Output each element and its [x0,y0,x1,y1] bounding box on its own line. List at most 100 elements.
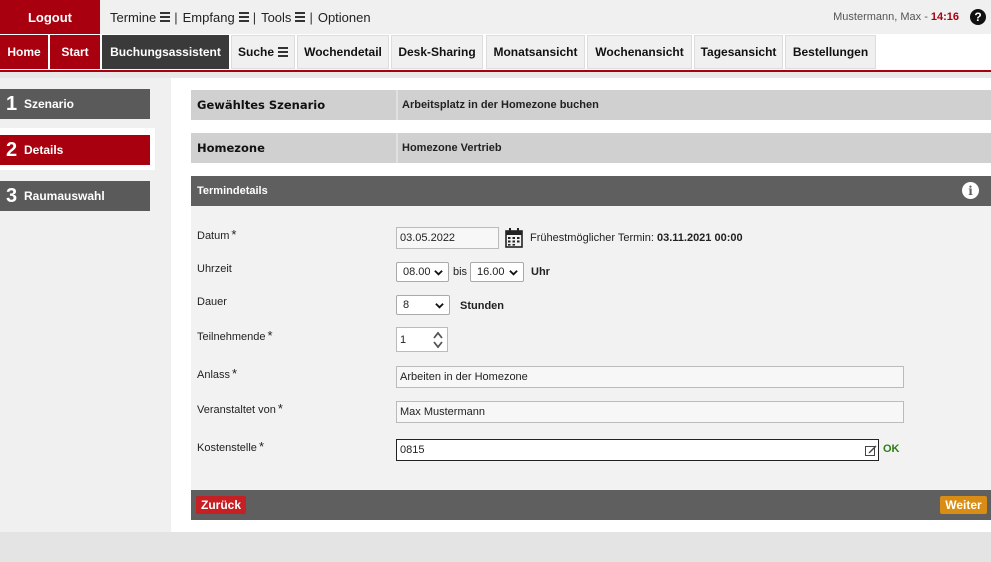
scenario-label: Gewähltes Szenario [197,98,326,112]
homezone-label: Homezone [197,141,265,155]
step-sidebar: 1 Szenario 2 Details 3 Raumauswahl [0,78,171,532]
dauer-unit: Stunden [460,300,504,312]
page-footer [0,532,991,562]
anlass-label-text: Anlass [197,369,231,381]
top-bar: Logout Termine | Empfang | Tools | Optio… [0,0,991,34]
uhrzeit-to-value: 16.00 [477,266,505,278]
earliest-date-value: 03.11.2021 00:00 [656,232,743,244]
step-number: 1 [6,92,18,115]
logout-button[interactable]: Logout [0,0,100,34]
kostenstelle-input[interactable]: 0815 [396,439,879,461]
veranstaltet-input[interactable]: Max Mustermann [396,401,904,423]
uhrzeit-bis: bis [453,266,468,278]
main-content: Gewähltes Szenario Arbeitsplatz in der H… [171,78,991,532]
uhrzeit-unit: Uhr [531,266,550,278]
required-marker: * [231,227,237,242]
required-marker: * [232,366,238,381]
chevron-down-icon [435,303,444,309]
step-szenario[interactable]: 1 Szenario [0,89,150,119]
menu-tools-label: Tools [261,9,292,25]
step-number: 3 [6,184,18,207]
main-nav: Home Start Buchungsassistent Suche Woche… [0,34,991,72]
top-menu: Termine | Empfang | Tools | Optionen [110,0,371,34]
row-divider [396,133,398,163]
menu-optionen[interactable]: Optionen [318,10,371,25]
tab-start[interactable]: Start [50,35,100,69]
homezone-value: Homezone Vertrieb [396,142,991,154]
teilnehmende-value: 1 [400,333,407,346]
tab-desk-sharing[interactable]: Desk-Sharing [391,35,483,69]
tab-suche-label: Suche [237,45,274,59]
teilnehmende-label-text: Teilnehmende [197,331,266,343]
menu-optionen-label: Optionen [317,9,371,25]
menu-separator: | [252,9,257,25]
calendar-icon[interactable] [505,228,523,248]
user-info: Mustermann, Max - 14:16 [833,0,959,34]
step-details[interactable]: 2 Details [0,135,150,165]
uhrzeit-to-select[interactable]: 16.00 [470,262,524,282]
kostenstelle-status: OK [883,443,900,455]
tab-bestellungen[interactable]: Bestellungen [785,35,876,69]
uhrzeit-label: Uhrzeit [197,263,232,275]
tab-wochenansicht[interactable]: Wochenansicht [587,35,692,69]
dauer-value: 8 [403,299,410,311]
menu-icon [278,45,288,59]
kostenstelle-label: Kostenstelle * [197,439,264,454]
chevron-down-icon [434,270,443,276]
menu-separator: | [174,9,178,25]
menu-empfang[interactable]: Empfang [183,10,249,25]
tab-wochendetail[interactable]: Wochendetail [297,35,389,69]
menu-termine[interactable]: Termine [110,9,171,25]
kostenstelle-label-text: Kostenstelle [197,442,257,454]
next-button[interactable]: Weiter [940,496,987,514]
menu-icon [160,10,171,24]
menu-separator: | [309,9,313,25]
clock-time: 14:16 [930,11,959,23]
step-label: Raumauswahl [24,189,105,203]
uhrzeit-from-select[interactable]: 08.00 [396,262,449,282]
datum-label: Datum * [197,227,236,242]
anlass-input[interactable]: Arbeiten in der Homezone [396,366,904,388]
scenario-row: Gewähltes Szenario Arbeitsplatz in der H… [191,90,991,120]
step-number: 2 [6,138,18,161]
kostenstelle-value: 0815 [400,444,425,456]
stepper-arrows-icon[interactable] [432,330,444,350]
help-icon[interactable]: ? [970,9,986,25]
datum-label-text: Datum [197,230,230,242]
dauer-select[interactable]: 8 [396,295,450,315]
uhrzeit-from-value: 08.00 [403,266,431,278]
anlass-label: Anlass * [197,366,237,381]
veranstaltet-label-text: Veranstaltet von [197,404,276,416]
tab-monatsansicht[interactable]: Monatsansicht [486,35,585,69]
tab-tagesansicht[interactable]: Tagesansicht [694,35,783,69]
action-bar: Zurück Weiter [191,490,991,520]
dauer-label: Dauer [197,296,227,308]
section-title: Termindetails [197,185,268,197]
step-raumauswahl[interactable]: 3 Raumauswahl [0,181,150,211]
back-button[interactable]: Zurück [196,496,246,514]
tab-suche[interactable]: Suche [231,35,295,69]
info-icon[interactable]: i [962,182,979,199]
edit-icon[interactable] [865,445,877,456]
menu-tools[interactable]: Tools [261,9,306,25]
step-label: Szenario [24,97,75,111]
user-name: Mustermann, Max - [833,11,928,23]
tab-home[interactable]: Home [0,35,48,69]
chevron-down-icon [509,270,518,276]
row-divider [396,90,398,120]
datum-input[interactable]: 03.05.2022 [396,227,499,249]
required-marker: * [258,439,264,454]
earliest-date-label: Frühestmöglicher Termin: [530,232,654,244]
menu-empfang-label: Empfang [182,9,235,25]
earliest-date: Frühestmöglicher Termin: 03.11.2021 00:0… [530,232,743,244]
required-marker: * [277,401,283,416]
menu-icon [238,10,249,24]
menu-icon [295,10,306,24]
termindetails-form: Datum * 03.05.2022 Frühestmöglicher Termi… [191,206,991,490]
homezone-row: Homezone Homezone Vertrieb [191,133,991,163]
tab-buchungsassistent[interactable]: Buchungsassistent [102,35,229,69]
menu-termine-label: Termine [110,9,157,25]
teilnehmende-stepper[interactable]: 1 [396,327,448,352]
required-marker: * [267,328,273,343]
teilnehmende-label: Teilnehmende * [197,328,273,343]
